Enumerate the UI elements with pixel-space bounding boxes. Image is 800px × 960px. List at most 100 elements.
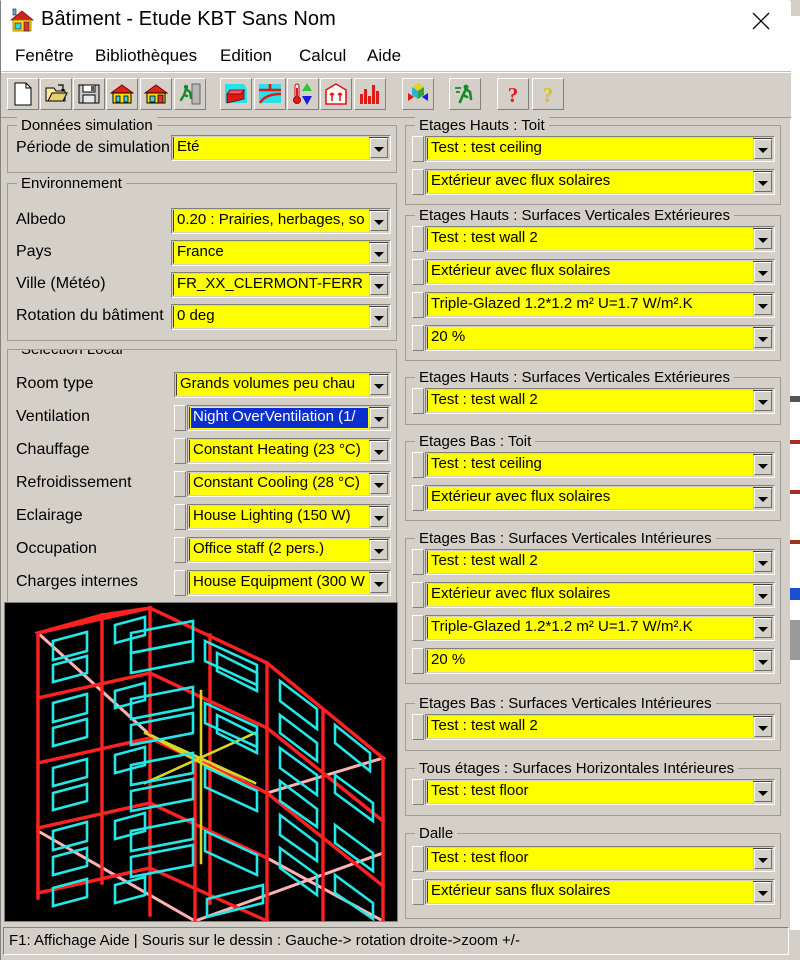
lower-glazing-type-edit-button[interactable]	[412, 615, 424, 641]
slab-boundary-edit-button[interactable]	[412, 879, 424, 905]
building-rotation-combo[interactable]: 0 deg	[171, 304, 391, 330]
chevron-down-icon[interactable]	[754, 295, 772, 315]
chevron-down-icon[interactable]	[754, 488, 772, 508]
lower-glazing-ratio-edit-button[interactable]	[412, 648, 424, 674]
slab-composition-edit-button[interactable]	[412, 846, 424, 872]
chevron-down-icon[interactable]	[370, 275, 388, 295]
chevron-down-icon[interactable]	[754, 139, 772, 159]
cooling-edit-button[interactable]	[174, 471, 186, 497]
lower-roof-boundary-combo[interactable]: Extérieur avec flux solaires	[425, 485, 775, 511]
chevron-down-icon[interactable]	[754, 882, 772, 902]
simulation-period-combo[interactable]: Eté	[171, 135, 391, 161]
lower-wall-boundary-edit-button[interactable]	[412, 582, 424, 608]
open-folder-icon[interactable]	[40, 78, 72, 110]
chevron-down-icon[interactable]	[754, 262, 772, 282]
chevron-down-icon[interactable]	[754, 229, 772, 249]
heating-edit-button[interactable]	[174, 438, 186, 464]
help-yellow-question-icon[interactable]: ?	[532, 78, 564, 110]
wall-composition-combo[interactable]: Test : test wall 2	[425, 226, 775, 252]
wall-boundary-edit-button[interactable]	[412, 259, 424, 285]
menu-edition[interactable]: Edition	[216, 44, 276, 68]
roof-boundary-combo[interactable]: Extérieur avec flux solaires	[425, 169, 775, 195]
exit-runner-door-icon[interactable]	[174, 78, 206, 110]
city-weather-combo[interactable]: FR_XX_CLERMONT-FERR	[171, 272, 391, 298]
roof-boundary-edit-button[interactable]	[412, 169, 424, 195]
chevron-down-icon[interactable]	[370, 441, 388, 461]
chevron-down-icon[interactable]	[754, 328, 772, 348]
chevron-down-icon[interactable]	[754, 552, 772, 572]
glazing-ratio-edit-button[interactable]	[412, 325, 424, 351]
wall-composition-edit-button[interactable]	[412, 226, 424, 252]
bar-chart-icon[interactable]	[354, 78, 386, 110]
lighting-edit-button[interactable]	[174, 504, 186, 530]
building-red-house-icon[interactable]	[106, 78, 138, 110]
chevron-down-icon[interactable]	[370, 540, 388, 560]
interior-floor-composition-edit-button[interactable]	[412, 779, 424, 805]
internal-loads-combo[interactable]: House Equipment (300 W	[187, 570, 391, 596]
menu-calcul[interactable]: Calcul	[295, 44, 350, 68]
slab-composition-combo[interactable]: Test : test floor	[425, 846, 775, 872]
internal-loads-edit-button[interactable]	[174, 570, 186, 596]
save-floppy-icon[interactable]	[73, 78, 105, 110]
occupancy-edit-button[interactable]	[174, 537, 186, 563]
chevron-down-icon[interactable]	[754, 172, 772, 192]
occupancy-combo[interactable]: Office staff (2 pers.)	[187, 537, 391, 563]
ventilation-combo[interactable]: Night OverVentilation (1/	[187, 405, 391, 431]
lower-roof-boundary-edit-button[interactable]	[412, 485, 424, 511]
thermometer-icon[interactable]	[287, 78, 319, 110]
lower-wall-composition-2-combo[interactable]: Test : test wall 2	[425, 714, 775, 740]
help-red-question-icon[interactable]: ?	[497, 78, 529, 110]
chevron-down-icon[interactable]	[370, 211, 388, 231]
chevron-down-icon[interactable]	[370, 138, 388, 158]
red-block-material-icon[interactable]	[220, 78, 252, 110]
interior-floor-composition-combo[interactable]: Test : test floor	[425, 779, 775, 805]
lower-wall-boundary-combo[interactable]: Extérieur avec flux solaires	[425, 582, 775, 608]
glazing-type-combo[interactable]: Triple-Glazed 1.2*1.2 m² U=1.7 W/m².K	[425, 292, 775, 318]
green-runner-icon[interactable]	[449, 78, 481, 110]
lower-roof-composition-edit-button[interactable]	[412, 452, 424, 478]
close-icon[interactable]	[739, 5, 783, 37]
chevron-down-icon[interactable]	[754, 651, 772, 671]
lower-wall-composition-2-edit-button[interactable]	[412, 714, 424, 740]
heating-combo[interactable]: Constant Heating (23 °C)	[187, 438, 391, 464]
menu-bibliotheques[interactable]: Bibliothèques	[91, 44, 201, 68]
lower-roof-composition-combo[interactable]: Test : test ceiling	[425, 452, 775, 478]
lower-glazing-type-combo[interactable]: Triple-Glazed 1.2*1.2 m² U=1.7 W/m².K	[425, 615, 775, 641]
chevron-down-icon[interactable]	[370, 408, 388, 428]
chevron-down-icon[interactable]	[370, 307, 388, 327]
chevron-down-icon[interactable]	[370, 375, 388, 395]
lower-wall-composition-edit-button[interactable]	[412, 549, 424, 575]
chevron-down-icon[interactable]	[370, 507, 388, 527]
ventilation-edit-button[interactable]	[174, 405, 186, 431]
cyan-wall-icon[interactable]	[254, 78, 286, 110]
chevron-down-icon[interactable]	[754, 717, 772, 737]
lower-glazing-ratio-combo[interactable]: 20 %	[425, 648, 775, 674]
chevron-down-icon[interactable]	[370, 243, 388, 263]
wall-composition-2-edit-button[interactable]	[412, 388, 424, 414]
wall-composition-2-combo[interactable]: Test : test wall 2	[425, 388, 775, 414]
new-document-icon[interactable]	[7, 78, 39, 110]
glazing-type-edit-button[interactable]	[412, 292, 424, 318]
wall-boundary-combo[interactable]: Extérieur avec flux solaires	[425, 259, 775, 285]
country-combo[interactable]: France	[171, 240, 391, 266]
menu-aide[interactable]: Aide	[363, 44, 405, 68]
albedo-combo[interactable]: 0.20 : Prairies, herbages, so	[171, 208, 391, 234]
chevron-down-icon[interactable]	[754, 849, 772, 869]
chevron-down-icon[interactable]	[754, 618, 772, 638]
slab-boundary-combo[interactable]: Extérieur sans flux solaires	[425, 879, 775, 905]
roof-composition-edit-button[interactable]	[412, 136, 424, 162]
chevron-down-icon[interactable]	[754, 391, 772, 411]
cooling-combo[interactable]: Constant Cooling (28 °C)	[187, 471, 391, 497]
glazing-ratio-combo[interactable]: 20 %	[425, 325, 775, 351]
chevron-down-icon[interactable]	[754, 585, 772, 605]
chevron-down-icon[interactable]	[754, 782, 772, 802]
building-house-2-icon[interactable]	[140, 78, 172, 110]
chevron-down-icon[interactable]	[370, 474, 388, 494]
lighting-combo[interactable]: House Lighting (150 W)	[187, 504, 391, 530]
building-3d-wireframe-view[interactable]	[4, 602, 398, 922]
house-airflow-icon[interactable]	[320, 78, 352, 110]
chevron-down-icon[interactable]	[754, 455, 772, 475]
roof-composition-combo[interactable]: Test : test ceiling	[425, 136, 775, 162]
menu-fenetre[interactable]: Fenêtre	[11, 44, 78, 68]
room-type-combo[interactable]: Grands volumes peu chau	[174, 372, 391, 398]
